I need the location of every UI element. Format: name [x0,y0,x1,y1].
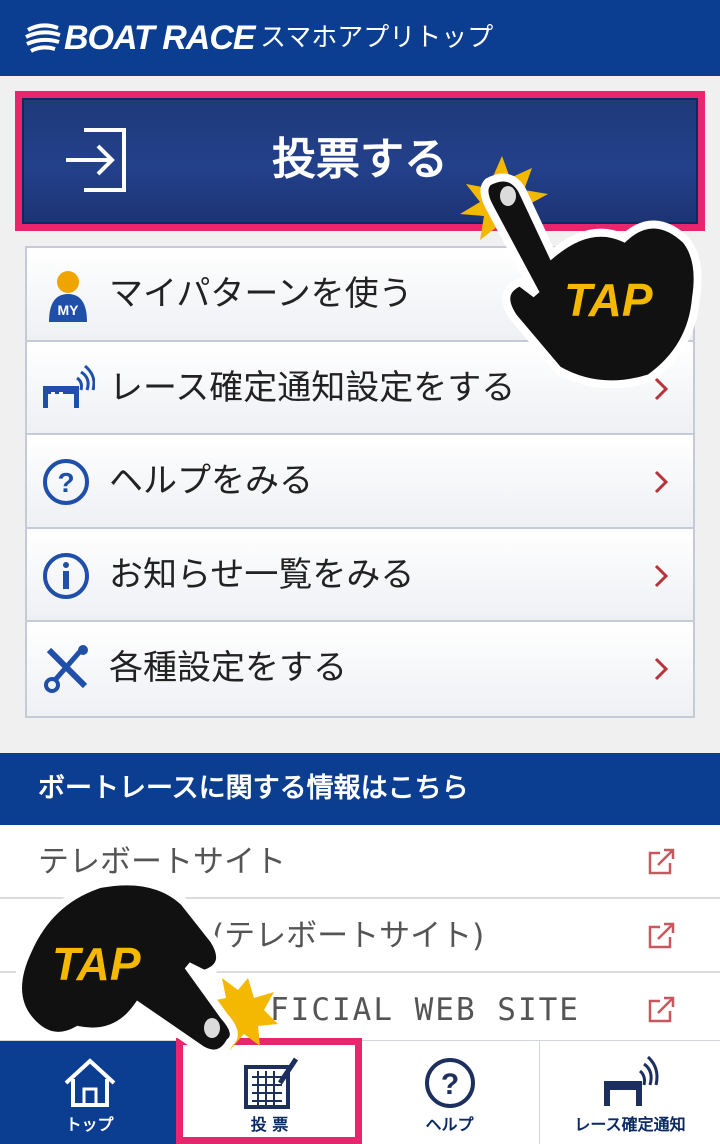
tab-label: ヘルプ [425,1115,474,1134]
tab-top[interactable]: トップ [0,1041,180,1144]
menu-label: レース確定通知設定をする [109,367,516,408]
menu-item-settings[interactable]: 各種設定をする [27,622,693,716]
help-icon: ? [43,459,89,506]
tab-label: トップ [65,1115,114,1134]
bottom-tab-bar: トップ 投 票 ? ヘルプ レース確定通知 [0,1040,720,1144]
link-label: (テレボートサイト) [212,918,485,954]
external-link-icon [648,922,675,949]
chevron-right-icon [654,377,669,400]
menu-label: お知らせ一覧をみる [109,554,415,595]
home-icon [64,1058,115,1107]
tab-race-notify[interactable]: レース確定通知 [540,1041,720,1144]
tab-label: レース確定通知 [574,1115,686,1134]
link-label: FICIAL WEB SITE [270,992,580,1028]
menu-label: 各種設定をする [109,648,347,689]
chevron-right-icon [654,471,669,494]
main-menu: MY マイパターンを使う レース確定通知設定をする ? ヘルプをみる お知らせ一… [25,246,695,718]
logo-text: BOAT RACE [64,18,256,57]
external-link-icon [648,848,675,875]
svg-text:?: ? [57,467,74,498]
menu-item-help[interactable]: ? ヘルプをみる [27,435,693,529]
app-header: BOAT RACE スマホアプリトップ [0,0,720,76]
chevron-right-icon [654,658,669,681]
menu-label: マイパターンを使う [109,274,413,314]
link-label: テレボートサイト [38,844,286,880]
vote-button-highlight: 投票する [15,91,705,231]
header-subtitle: スマホアプリトップ [260,23,494,53]
tab-label: 投 票 [250,1115,289,1134]
menu-item-notices[interactable]: お知らせ一覧をみる [27,528,693,623]
vote-button[interactable]: 投票する [22,98,698,224]
external-links-list: テレボートサイト (テレボートサイト) FICIAL WEB SITE [0,825,720,1047]
help-icon: ? [424,1058,475,1108]
tab-help[interactable]: ? ヘルプ [360,1041,540,1144]
link-row[interactable]: (テレボートサイト) [0,899,720,973]
vote-icon [243,1057,298,1109]
link-row[interactable]: FICIAL WEB SITE [0,973,720,1047]
external-link-icon [648,996,675,1023]
tab-vote[interactable]: 投 票 [180,1041,360,1144]
vote-button-label: 投票する [272,134,448,185]
info-section-title: ボートレースに関する情報はこちら [38,773,469,804]
chevron-right-icon [654,564,669,587]
settings-icon [44,645,88,694]
menu-item-my-pattern[interactable]: MY マイパターンを使う [27,248,693,342]
my-pattern-icon: MY [49,271,87,322]
info-section-header: ボートレースに関する情報はこちら [0,753,720,825]
race-notify-icon [604,1055,659,1106]
svg-text:MY: MY [58,302,80,318]
link-row[interactable]: テレボートサイト [0,825,720,899]
menu-label: ヘルプをみる [109,461,313,502]
menu-item-race-notify[interactable]: レース確定通知設定をする [27,341,693,436]
svg-text:?: ? [440,1068,458,1101]
race-notify-icon [43,364,95,408]
info-icon [43,552,89,599]
boatrace-logo[interactable]: BOAT RACE [24,18,256,57]
boatrace-logo-mark-icon [25,23,61,53]
